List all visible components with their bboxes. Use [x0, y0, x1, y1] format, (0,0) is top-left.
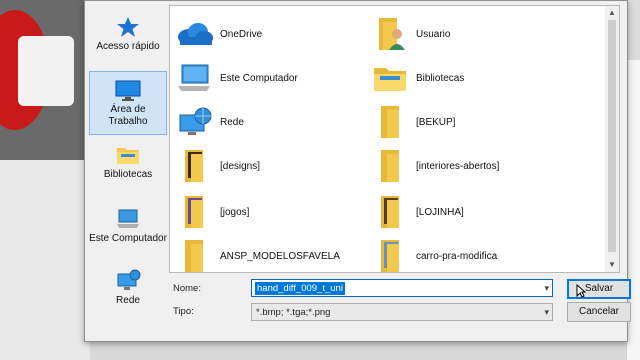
- chevron-down-icon[interactable]: ▾: [544, 283, 549, 294]
- library-folder-icon: [117, 148, 139, 164]
- background-window: [0, 0, 90, 160]
- folder-icon: [370, 104, 410, 140]
- file-name: ANSP_MODELOSFAVELA: [220, 250, 340, 262]
- background-white-shape: [18, 36, 74, 106]
- file-item-designs[interactable]: [designs]: [174, 146, 260, 186]
- sidebar-item-network[interactable]: Rede: [89, 269, 167, 307]
- computer-icon: [174, 60, 214, 96]
- desktop-icon: [115, 80, 141, 101]
- mouse-cursor-icon: [576, 284, 586, 298]
- file-name: [jogos]: [220, 206, 250, 218]
- chevron-down-icon[interactable]: ▾: [544, 307, 549, 318]
- network-icon: [174, 104, 214, 140]
- file-type-select[interactable]: *.bmp; *.tga;*.png ▾: [251, 303, 553, 321]
- file-item-carro[interactable]: carro-pra-modifica: [370, 236, 498, 272]
- file-item-libraries[interactable]: Bibliotecas: [370, 58, 464, 98]
- file-item-ansp[interactable]: ANSP_MODELOSFAVELA: [174, 236, 340, 272]
- file-name: [LOJINHA]: [416, 206, 464, 218]
- scroll-down-icon[interactable]: ▼: [605, 258, 619, 272]
- file-name: carro-pra-modifica: [416, 250, 498, 262]
- folder-icon: [174, 194, 214, 230]
- network-icon: [117, 269, 141, 290]
- file-name: Bibliotecas: [416, 72, 465, 84]
- sidebar-item-libraries[interactable]: Bibliotecas: [89, 143, 167, 181]
- file-item-onedrive[interactable]: OneDrive: [174, 14, 262, 54]
- file-type-value: *.bmp; *.tga;*.png: [256, 307, 331, 318]
- file-item-lojinha[interactable]: [LOJINHA]: [370, 192, 464, 232]
- sidebar-item-label: Rede: [116, 295, 140, 306]
- star-icon: [117, 17, 139, 37]
- file-item-jogos[interactable]: [jogos]: [174, 192, 249, 232]
- scroll-up-icon[interactable]: ▲: [605, 6, 619, 20]
- sidebar-item-label: Acesso rápido: [96, 41, 160, 52]
- file-item-bekup[interactable]: [BEKUP]: [370, 102, 455, 142]
- sidebar-item-desktop[interactable]: Área de Trabalho: [89, 71, 167, 135]
- file-item-network[interactable]: Rede: [174, 102, 244, 142]
- navigation-sidebar: Acesso rápido Área de Trabalho Bibliotec…: [89, 1, 167, 306]
- cancel-button[interactable]: Cancelar: [567, 302, 631, 322]
- file-name: OneDrive: [220, 28, 263, 40]
- file-name: [interiores-abertos]: [416, 160, 500, 172]
- sidebar-item-label: Este Computador: [89, 233, 167, 244]
- user-folder-icon: [370, 16, 410, 52]
- folder-icon: [370, 238, 410, 272]
- file-name: [designs]: [220, 160, 261, 172]
- file-name: [BEKUP]: [416, 116, 456, 128]
- file-item-interiores-abertos[interactable]: [interiores-abertos]: [370, 146, 499, 186]
- file-name-input[interactable]: hand_diff_009_t_uni ▾: [251, 279, 553, 297]
- file-item-usuario[interactable]: Usuario: [370, 14, 450, 54]
- sidebar-item-label: Bibliotecas: [103, 169, 153, 180]
- file-name-value[interactable]: hand_diff_009_t_uni: [255, 282, 345, 295]
- cloud-icon: [174, 16, 214, 52]
- sidebar-item-this-pc[interactable]: Este Computador: [89, 207, 167, 245]
- folder-icon: [370, 194, 410, 230]
- file-list: OneDrive Este Computador Rede [designs] …: [169, 5, 607, 273]
- save-dialog: Acesso rápido Área de Trabalho Bibliotec…: [84, 0, 631, 342]
- file-item-this-pc[interactable]: Este Computador: [174, 58, 298, 98]
- folder-icon: [174, 148, 214, 184]
- sidebar-item-quick-access[interactable]: Acesso rápido: [89, 15, 167, 53]
- scroll-thumb[interactable]: [608, 20, 616, 252]
- file-list-scrollbar[interactable]: ▲ ▼: [605, 5, 620, 273]
- file-name: Rede: [220, 116, 244, 128]
- sidebar-item-label: Área de Trabalho: [108, 104, 148, 127]
- file-name: Este Computador: [220, 72, 298, 84]
- folder-icon: [370, 148, 410, 184]
- computer-icon: [117, 209, 139, 228]
- type-label: Tipo:: [173, 306, 194, 317]
- background-panel: [0, 160, 90, 360]
- library-folder-icon: [370, 60, 410, 96]
- file-name: Usuario: [416, 28, 451, 40]
- folder-icon: [174, 238, 214, 272]
- name-label: Nome:: [173, 283, 201, 294]
